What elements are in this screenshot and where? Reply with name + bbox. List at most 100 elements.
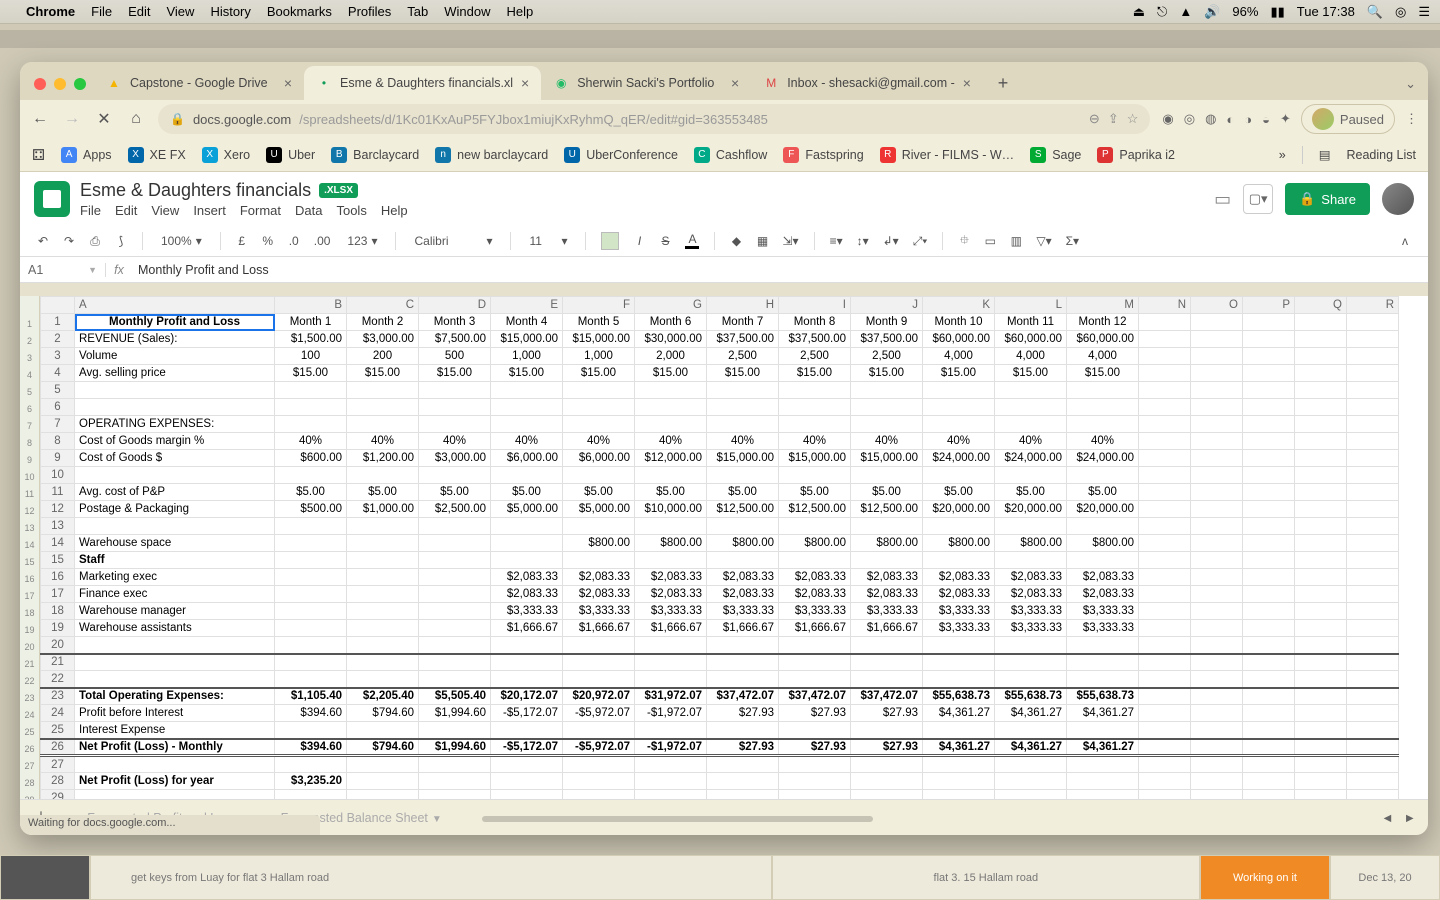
cell[interactable] bbox=[1295, 535, 1347, 552]
cell[interactable] bbox=[1243, 399, 1295, 416]
cell[interactable]: $60,000.00 bbox=[923, 331, 995, 348]
cell[interactable]: $27.93 bbox=[707, 705, 779, 722]
sheets-menu-item[interactable]: File bbox=[80, 203, 101, 218]
cell[interactable]: 40% bbox=[635, 433, 707, 450]
cell[interactable] bbox=[851, 756, 923, 773]
functions-button[interactable]: Σ▾ bbox=[1063, 230, 1082, 252]
cell[interactable] bbox=[563, 722, 635, 739]
cell[interactable] bbox=[1243, 382, 1295, 399]
cell[interactable] bbox=[491, 654, 563, 671]
cell[interactable] bbox=[1347, 603, 1399, 620]
cell[interactable]: Finance exec bbox=[75, 586, 275, 603]
forward-button[interactable]: → bbox=[62, 110, 82, 128]
cell[interactable] bbox=[1067, 399, 1139, 416]
cell[interactable] bbox=[1191, 790, 1243, 800]
cell[interactable]: -$5,972.07 bbox=[563, 705, 635, 722]
column-header[interactable]: A bbox=[75, 297, 275, 314]
cell[interactable] bbox=[275, 620, 347, 637]
column-header[interactable]: R bbox=[1347, 297, 1399, 314]
extension-icon[interactable]: ◎ bbox=[1184, 111, 1195, 127]
row-header[interactable]: 23 bbox=[41, 688, 75, 705]
cell[interactable] bbox=[347, 569, 419, 586]
cell[interactable]: $800.00 bbox=[635, 535, 707, 552]
cell[interactable] bbox=[995, 671, 1067, 688]
cell[interactable] bbox=[923, 790, 995, 800]
cell[interactable] bbox=[1295, 586, 1347, 603]
cell[interactable]: 100 bbox=[275, 348, 347, 365]
cell[interactable]: $5.00 bbox=[707, 484, 779, 501]
cell[interactable]: 2,500 bbox=[707, 348, 779, 365]
chart-button[interactable]: ▥ bbox=[1007, 230, 1025, 252]
cell[interactable] bbox=[275, 467, 347, 484]
cell[interactable]: $1,994.60 bbox=[419, 739, 491, 756]
cell[interactable] bbox=[1295, 365, 1347, 382]
cell[interactable] bbox=[1191, 552, 1243, 569]
column-header[interactable]: B bbox=[275, 297, 347, 314]
cell[interactable]: 200 bbox=[347, 348, 419, 365]
cell[interactable] bbox=[1295, 739, 1347, 756]
cell[interactable] bbox=[1243, 773, 1295, 790]
cell[interactable] bbox=[995, 552, 1067, 569]
cell[interactable] bbox=[1139, 518, 1191, 535]
cell[interactable] bbox=[1295, 688, 1347, 705]
cell[interactable]: $15.00 bbox=[275, 365, 347, 382]
cell[interactable] bbox=[491, 467, 563, 484]
cell[interactable] bbox=[347, 756, 419, 773]
collapse-toolbar-button[interactable]: ʌ bbox=[1396, 230, 1414, 252]
cell[interactable]: Net Profit (Loss) for year bbox=[75, 773, 275, 790]
cell[interactable]: $800.00 bbox=[779, 535, 851, 552]
extension-icon[interactable]: ◉ bbox=[1162, 111, 1173, 127]
row-header[interactable]: 2 bbox=[41, 331, 75, 348]
cell[interactable] bbox=[779, 722, 851, 739]
percent-button[interactable]: % bbox=[259, 230, 277, 252]
cell[interactable] bbox=[75, 382, 275, 399]
cell[interactable]: OPERATING EXPENSES: bbox=[75, 416, 275, 433]
cell[interactable] bbox=[1295, 637, 1347, 654]
cell[interactable] bbox=[995, 467, 1067, 484]
cell[interactable] bbox=[563, 467, 635, 484]
reading-list-link[interactable]: Reading List bbox=[1347, 148, 1417, 162]
cell[interactable]: 40% bbox=[347, 433, 419, 450]
cell[interactable]: $3,333.33 bbox=[563, 603, 635, 620]
formula-input[interactable]: Monthly Profit and Loss bbox=[132, 263, 1428, 277]
cell[interactable]: $15,000.00 bbox=[851, 450, 923, 467]
cell[interactable]: $15.00 bbox=[347, 365, 419, 382]
cell[interactable] bbox=[995, 654, 1067, 671]
cell[interactable] bbox=[635, 518, 707, 535]
row-header[interactable]: 16 bbox=[41, 569, 75, 586]
menubar-item[interactable]: History bbox=[210, 4, 250, 19]
cell[interactable] bbox=[1295, 348, 1347, 365]
sheets-logo-icon[interactable] bbox=[34, 181, 70, 217]
bookmark-item[interactable]: BBarclaycard bbox=[331, 147, 419, 163]
cell[interactable] bbox=[419, 773, 491, 790]
cell[interactable] bbox=[1295, 705, 1347, 722]
cell[interactable]: -$1,972.07 bbox=[635, 739, 707, 756]
cell[interactable] bbox=[851, 790, 923, 800]
cell[interactable] bbox=[1139, 569, 1191, 586]
column-header[interactable]: E bbox=[491, 297, 563, 314]
cell[interactable] bbox=[347, 637, 419, 654]
star-icon[interactable]: ☆ bbox=[1127, 111, 1139, 127]
cell[interactable] bbox=[347, 552, 419, 569]
cell[interactable] bbox=[347, 671, 419, 688]
cell[interactable]: $15.00 bbox=[1067, 365, 1139, 382]
cell[interactable] bbox=[419, 416, 491, 433]
cell[interactable] bbox=[1347, 433, 1399, 450]
cell[interactable]: $20,000.00 bbox=[1067, 501, 1139, 518]
cell[interactable] bbox=[1243, 450, 1295, 467]
clock[interactable]: Tue 17:38 bbox=[1297, 4, 1355, 19]
cell[interactable] bbox=[1191, 433, 1243, 450]
minimize-window-icon[interactable] bbox=[54, 78, 66, 90]
cell[interactable]: $2,083.33 bbox=[491, 586, 563, 603]
cell[interactable]: -$1,972.07 bbox=[635, 705, 707, 722]
cell[interactable] bbox=[491, 671, 563, 688]
cell[interactable] bbox=[1191, 722, 1243, 739]
bookmark-item[interactable]: UUber bbox=[266, 147, 315, 163]
row-header[interactable]: 27 bbox=[41, 756, 75, 773]
cell[interactable] bbox=[1347, 467, 1399, 484]
row-header[interactable]: 25 bbox=[41, 722, 75, 739]
h-align-button[interactable]: ≡▾ bbox=[827, 230, 846, 252]
bookmark-item[interactable]: XXero bbox=[202, 147, 250, 163]
cell[interactable]: $20,172.07 bbox=[491, 688, 563, 705]
cell[interactable] bbox=[275, 586, 347, 603]
